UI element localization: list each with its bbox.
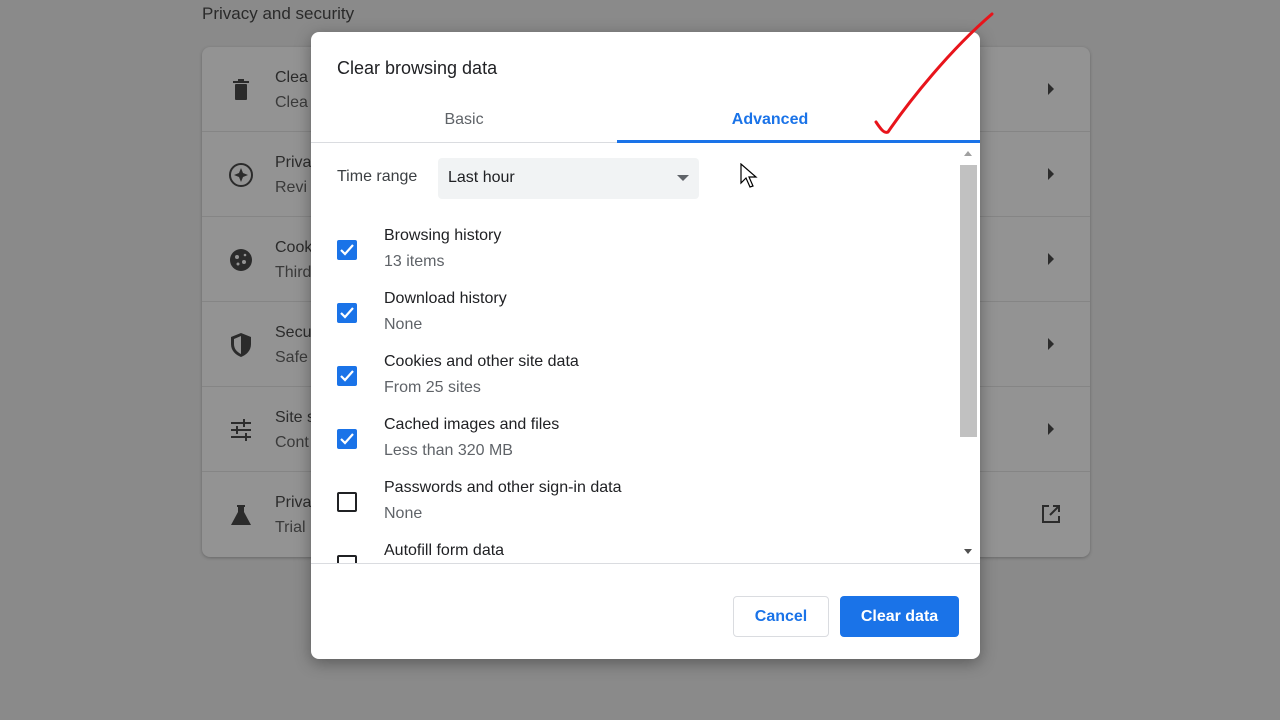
shield-icon bbox=[228, 332, 254, 358]
cookie-icon bbox=[228, 247, 254, 273]
trash-icon bbox=[228, 77, 254, 103]
item-label: Autofill form data bbox=[384, 542, 505, 559]
time-range-value: Last hour bbox=[448, 169, 515, 186]
tab-basic[interactable]: Basic bbox=[311, 98, 617, 142]
chevron-right-icon bbox=[1048, 83, 1054, 95]
item-label: Cookies and other site data bbox=[384, 353, 579, 370]
chevron-right-icon bbox=[1048, 423, 1054, 435]
mouse-cursor-icon bbox=[740, 163, 758, 188]
sliders-icon bbox=[228, 417, 254, 443]
item-detail: From 25 sites bbox=[384, 379, 481, 396]
red-checkmark-annotation-icon bbox=[874, 12, 994, 134]
section-title: Privacy and security bbox=[202, 4, 355, 23]
row-subtitle: Safe bbox=[275, 349, 308, 366]
chevron-right-icon bbox=[1048, 338, 1054, 350]
scrollbar[interactable] bbox=[959, 143, 977, 563]
caret-down-icon bbox=[677, 175, 689, 181]
cancel-button[interactable]: Cancel bbox=[733, 596, 829, 637]
item-detail: Less than 320 MB bbox=[384, 442, 513, 459]
time-range-select[interactable]: Last hour bbox=[438, 158, 699, 199]
row-title: Site s bbox=[275, 409, 316, 426]
list-item-download-history[interactable]: Download history None bbox=[311, 290, 951, 352]
row-title: Clea bbox=[275, 69, 308, 86]
checkmark-icon bbox=[340, 307, 354, 319]
row-title: Cook bbox=[275, 239, 313, 256]
scrollbar-thumb[interactable] bbox=[960, 165, 977, 437]
time-range-label: Time range bbox=[337, 168, 418, 185]
checkmark-icon bbox=[340, 370, 354, 382]
checkbox-browsing-history[interactable] bbox=[337, 240, 357, 260]
chevron-right-icon bbox=[1048, 168, 1054, 180]
row-title: Secu bbox=[275, 324, 312, 341]
scroll-up-arrow-icon[interactable] bbox=[964, 151, 972, 156]
checkbox-download-history[interactable] bbox=[337, 303, 357, 323]
row-title: Priva bbox=[275, 494, 312, 511]
checkbox-passwords[interactable] bbox=[337, 492, 357, 512]
row-subtitle: Third bbox=[275, 264, 312, 281]
checkbox-cookies[interactable] bbox=[337, 366, 357, 386]
checkbox-autofill[interactable] bbox=[337, 555, 357, 563]
row-title: Priva bbox=[275, 154, 312, 171]
checkmark-icon bbox=[340, 244, 354, 256]
list-item-cookies[interactable]: Cookies and other site data From 25 site… bbox=[311, 353, 951, 415]
compass-icon bbox=[228, 162, 254, 188]
list-item-passwords[interactable]: Passwords and other sign-in data None bbox=[311, 479, 951, 541]
list-item-browsing-history[interactable]: Browsing history 13 items bbox=[311, 227, 951, 289]
item-label: Browsing history bbox=[384, 227, 502, 244]
checkmark-icon bbox=[340, 433, 354, 445]
item-label: Passwords and other sign-in data bbox=[384, 479, 622, 496]
list-item-cached-images[interactable]: Cached images and files Less than 320 MB bbox=[311, 416, 951, 478]
clear-data-button[interactable]: Clear data bbox=[840, 596, 959, 637]
dialog-title: Clear browsing data bbox=[337, 58, 498, 78]
dialog-scroll-content[interactable]: Time range Last hour Browsing history 13… bbox=[311, 143, 980, 564]
chevron-right-icon bbox=[1048, 253, 1054, 265]
item-detail: None bbox=[384, 505, 423, 522]
item-detail: 13 items bbox=[384, 253, 445, 270]
item-label: Download history bbox=[384, 290, 507, 307]
checkbox-cached-images[interactable] bbox=[337, 429, 357, 449]
item-label: Cached images and files bbox=[384, 416, 560, 433]
row-subtitle: Clea bbox=[275, 94, 308, 111]
item-detail: None bbox=[384, 316, 423, 333]
row-subtitle: Cont bbox=[275, 434, 309, 451]
scroll-down-arrow-icon[interactable] bbox=[964, 549, 972, 554]
row-subtitle: Trial bbox=[275, 519, 306, 536]
list-item-autofill[interactable]: Autofill form data bbox=[311, 542, 951, 563]
open-external-icon bbox=[1040, 503, 1062, 530]
flask-icon bbox=[228, 502, 254, 528]
row-subtitle: Revi bbox=[275, 179, 308, 196]
